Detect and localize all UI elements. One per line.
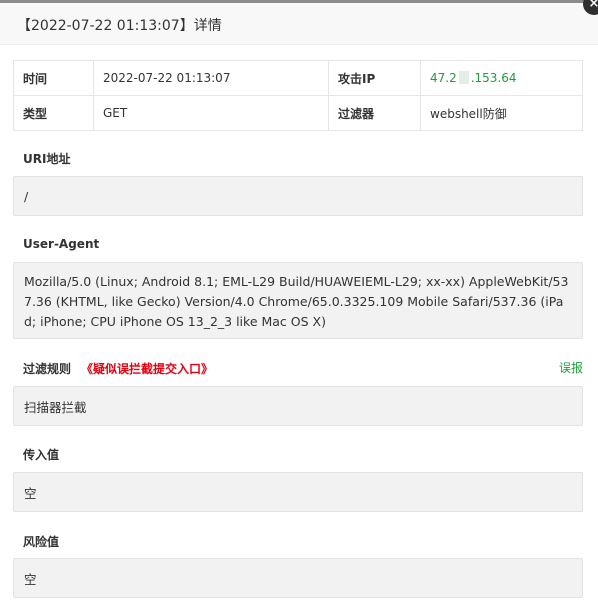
uri-label: URI地址 xyxy=(23,152,71,166)
type-value: GET xyxy=(93,95,329,131)
filter-label: 过滤器 xyxy=(328,95,421,131)
uri-value-box: / xyxy=(13,176,583,216)
filter-rule-label: 过滤规则 xyxy=(23,362,72,376)
user-agent-box: Mozilla/5.0 (Linux; Android 8.1; EML-L29… xyxy=(13,262,583,339)
time-value: 2022-07-22 01:13:07 xyxy=(93,60,329,96)
table-row: 时间 2022-07-22 01:13:07 攻击IP 47.2 .153.64 xyxy=(13,60,583,96)
risk-value-label: 风险值 xyxy=(23,535,60,549)
ip-mask xyxy=(458,71,469,84)
filter-rule-header: 过滤规则 《疑似误拦截提交入口》 xyxy=(23,360,213,377)
filter-rule-value: 扫描器拦截 xyxy=(24,399,87,415)
input-value-box: 空 xyxy=(13,472,583,512)
attack-ip-cell: 47.2 .153.64 xyxy=(420,60,583,96)
filter-rule-box: 扫描器拦截 xyxy=(13,386,583,426)
table-row: 类型 GET 过滤器 webshell防御 xyxy=(13,95,583,131)
report-false-positive-link[interactable]: 误报 xyxy=(559,359,583,376)
info-table: 时间 2022-07-22 01:13:07 攻击IP 47.2.153.64 … xyxy=(13,60,583,131)
user-agent-value: Mozilla/5.0 (Linux; Android 8.1; EML-L29… xyxy=(24,274,569,329)
attack-ip-value: 47.2 .153.64 xyxy=(430,71,517,85)
uri-value: / xyxy=(24,188,29,204)
attack-ip-prefix: 47.2 xyxy=(430,71,457,85)
input-value-label: 传入值 xyxy=(23,448,60,462)
time-label: 时间 xyxy=(13,60,94,96)
dialog-titlebar: 【2022-07-22 01:13:07】详情 xyxy=(0,3,598,45)
false-positive-submit-link[interactable]: 《疑似误拦截提交入口》 xyxy=(81,362,213,376)
input-value: 空 xyxy=(24,485,37,501)
type-label: 类型 xyxy=(13,95,94,131)
attack-ip-label: 攻击IP xyxy=(328,60,421,96)
risk-value-box: 空 xyxy=(13,558,583,598)
attack-ip-suffix: .153.64 xyxy=(470,71,517,85)
user-agent-label: User-Agent xyxy=(23,237,100,251)
filter-value: webshell防御 xyxy=(420,95,583,131)
close-icon: × xyxy=(588,0,598,11)
dialog-title: 【2022-07-22 01:13:07】详情 xyxy=(17,18,222,34)
risk-value: 空 xyxy=(24,571,37,587)
